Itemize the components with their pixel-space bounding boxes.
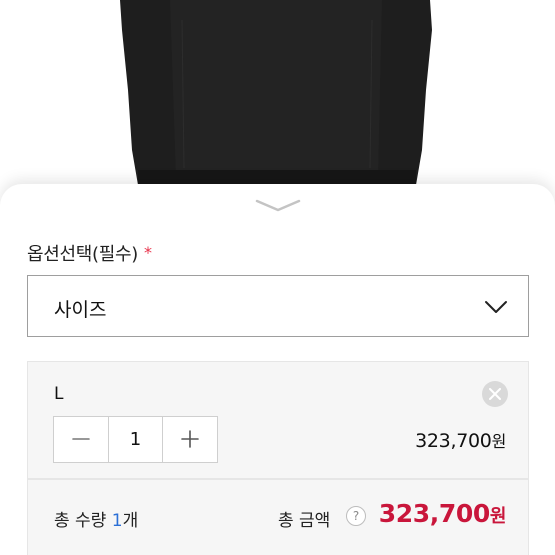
increase-quantity-button[interactable] — [163, 417, 217, 462]
plus-icon — [181, 430, 199, 448]
quantity-stepper: 1 — [53, 416, 218, 463]
total-amount-label: 총 금액 — [278, 511, 331, 531]
product-image — [0, 0, 555, 200]
total-price: 323,700원 — [378, 499, 507, 528]
total-price-currency: 원 — [489, 506, 507, 527]
sheet-handle-icon[interactable] — [253, 196, 303, 216]
option-section-title: 옵션선택(필수) * — [27, 240, 152, 266]
size-select-label: 사이즈 — [54, 299, 107, 321]
option-bottom-sheet: 옵션선택(필수) * 사이즈 L 1 323,700원 총 수량 1개 총 금액… — [0, 184, 555, 555]
size-select-dropdown[interactable]: 사이즈 — [27, 275, 529, 337]
remove-option-button[interactable] — [482, 381, 508, 407]
total-quantity-unit: 개 — [122, 511, 139, 531]
decrease-quantity-button[interactable] — [54, 417, 108, 462]
chevron-down-icon — [484, 296, 508, 318]
option-price-value: 323,700 — [415, 430, 492, 452]
order-summary: 총 수량 1개 총 금액 ? 323,700원 — [27, 479, 529, 555]
total-quantity: 총 수량 1개 — [54, 506, 138, 531]
jacket-illustration — [120, 0, 432, 186]
selected-size-label: L — [54, 384, 64, 404]
option-price-currency: 원 — [491, 432, 507, 451]
required-mark: * — [144, 243, 152, 262]
selected-option-item: L 1 323,700원 — [27, 361, 529, 479]
help-icon[interactable]: ? — [346, 506, 366, 526]
close-icon — [489, 388, 501, 400]
minus-icon — [72, 438, 90, 440]
total-price-value: 323,700 — [378, 499, 490, 528]
option-title-text: 옵션선택(필수) — [27, 244, 139, 265]
quantity-value[interactable]: 1 — [108, 417, 163, 462]
total-quantity-value: 1 — [111, 511, 123, 531]
option-line-price: 323,700원 — [415, 428, 506, 452]
total-quantity-prefix: 총 수량 — [54, 511, 112, 531]
